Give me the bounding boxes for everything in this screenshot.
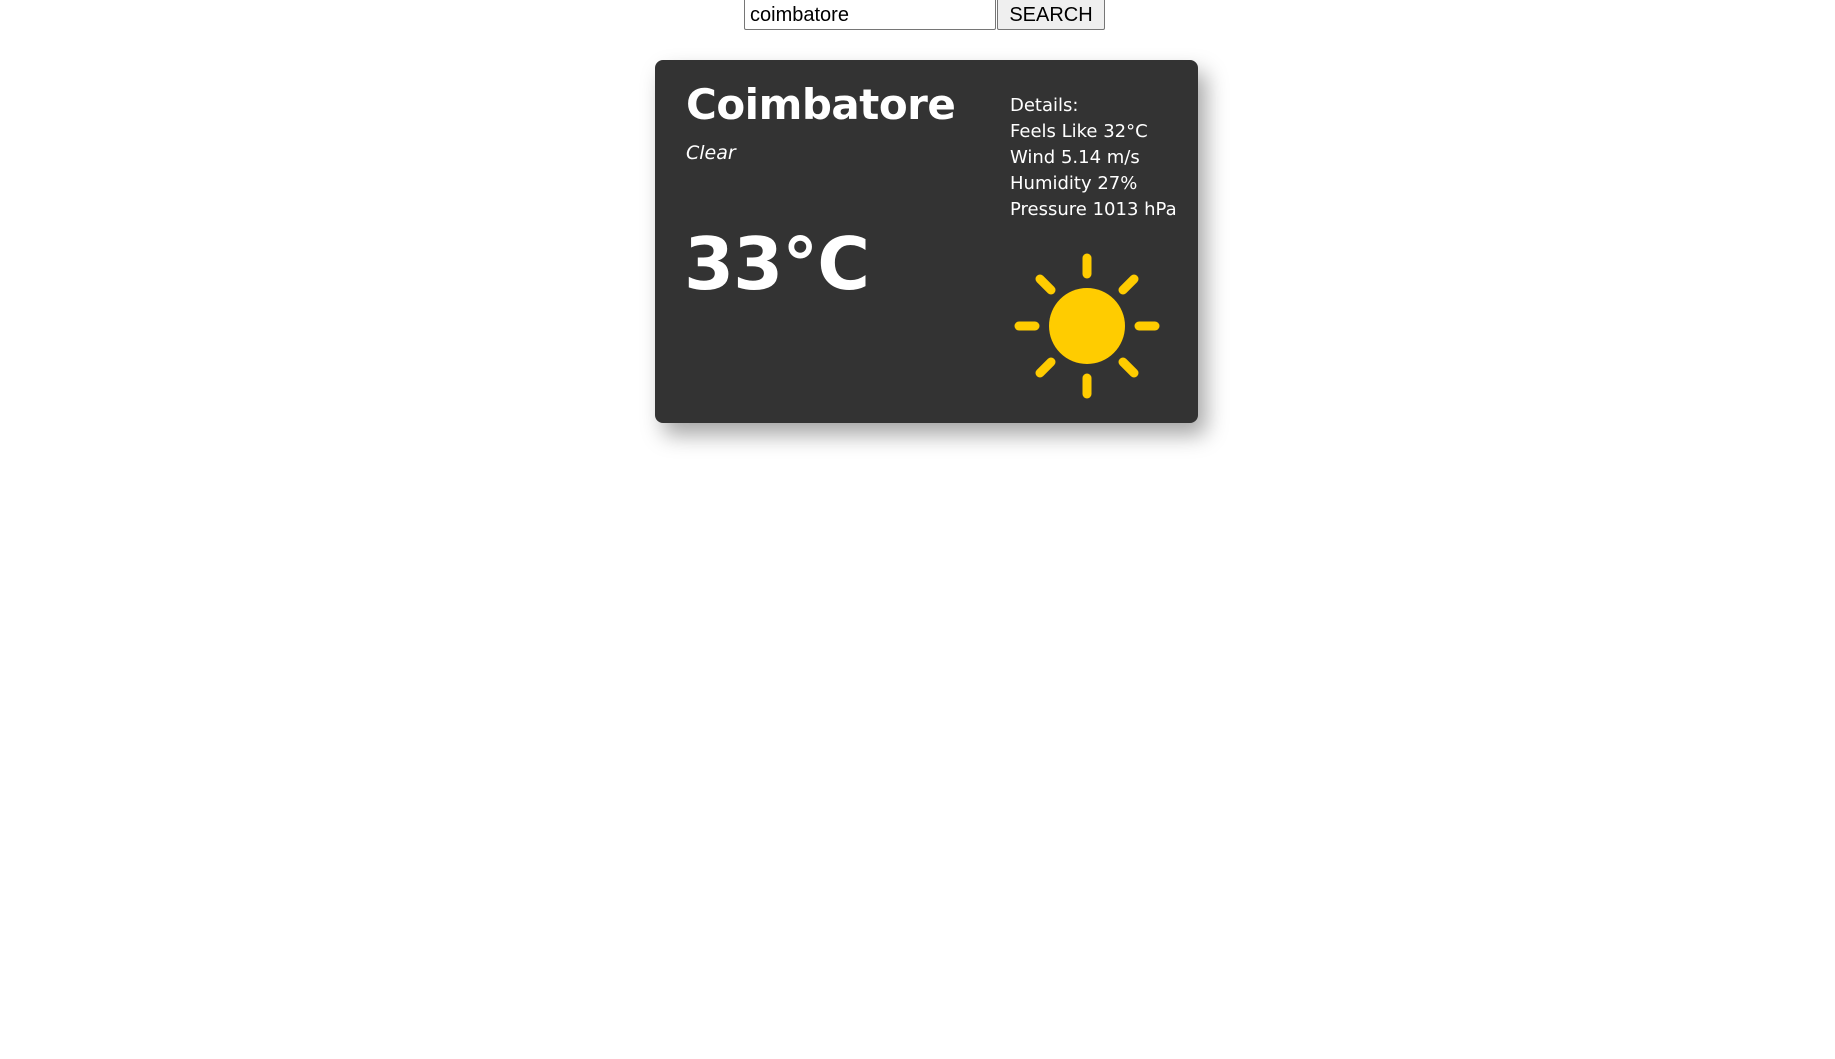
search-input[interactable] — [744, 0, 996, 30]
feels-like: Feels Like 32°C — [1010, 121, 1148, 142]
city-name: Coimbatore — [686, 80, 956, 129]
weather-details: Details: Feels Like 32°C Wind 5.14 m/s H… — [1010, 93, 1177, 223]
weather-condition: Clear — [686, 142, 736, 164]
search-button[interactable]: SEARCH — [997, 0, 1105, 30]
humidity: Humidity 27% — [1010, 173, 1138, 194]
search-bar: SEARCH — [744, 0, 1105, 30]
temperature: 33°C — [684, 222, 870, 306]
weather-card: Coimbatore Clear 33°C Details: Feels Lik… — [655, 60, 1198, 423]
wind: Wind 5.14 m/s — [1010, 147, 1140, 168]
sun-icon — [1014, 253, 1160, 399]
pressure: Pressure 1013 hPa — [1010, 199, 1177, 220]
details-heading: Details: — [1010, 95, 1079, 116]
